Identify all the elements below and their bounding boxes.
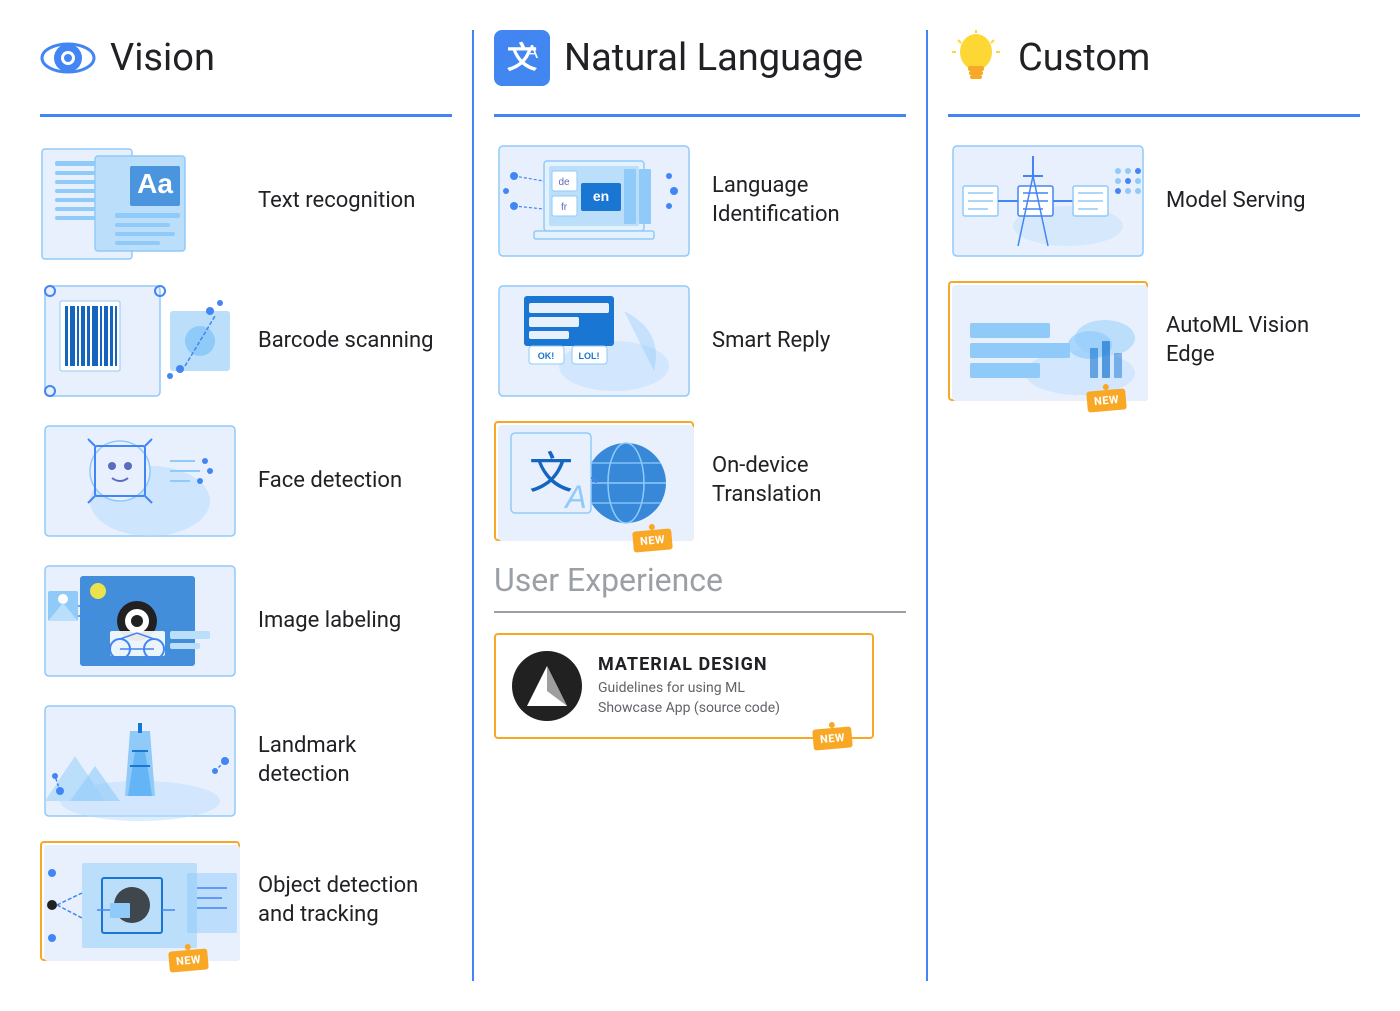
natural-language-header: 文 A Natural Language xyxy=(494,30,906,96)
face-detection-item[interactable]: Face detection xyxy=(40,421,452,541)
svg-text:fr: fr xyxy=(561,202,568,213)
material-design-icon xyxy=(512,651,582,721)
model-serving-thumb xyxy=(948,141,1148,261)
smart-reply-thumb: OK! LOL! xyxy=(494,281,694,401)
object-detection-item[interactable]: NEW Object detection and tracking xyxy=(40,841,452,961)
natural-language-title: Natural Language xyxy=(564,36,863,80)
svg-text:LOL!: LOL! xyxy=(579,351,600,361)
language-id-item[interactable]: de fr en xyxy=(494,141,906,261)
svg-text:A: A xyxy=(526,42,538,62)
translation-item[interactable]: 文 A NEW On-device Translation xyxy=(494,421,906,541)
custom-header: Custom xyxy=(948,30,1360,96)
translation-label: On-device Translation xyxy=(712,452,906,509)
object-detection-new-badge: NEW xyxy=(168,948,209,972)
landmark-detection-label: Landmark detection xyxy=(258,732,452,789)
main-container: Vision Aa xyxy=(0,0,1400,1011)
svg-text:A: A xyxy=(563,479,586,515)
material-title: MATERIAL DESIGN xyxy=(598,654,780,675)
lightbulb-icon xyxy=(948,30,1004,86)
barcode-thumb xyxy=(40,281,240,401)
smart-reply-label: Smart Reply xyxy=(712,327,830,356)
vision-title: Vision xyxy=(110,36,215,80)
automl-label: AutoML Vision Edge xyxy=(1166,312,1360,369)
svg-text:de: de xyxy=(558,177,570,188)
image-labeling-label: Image labeling xyxy=(258,607,401,636)
material-design-card[interactable]: MATERIAL DESIGN Guidelines for using MLS… xyxy=(494,633,874,739)
custom-column: Custom xyxy=(928,30,1380,981)
user-experience-title: User Experience xyxy=(494,561,906,599)
barcode-scanning-item[interactable]: Barcode scanning xyxy=(40,281,452,401)
translate-icon: 文 A xyxy=(494,30,550,86)
image-labeling-thumb xyxy=(40,561,240,681)
face-detection-label: Face detection xyxy=(258,467,402,496)
object-detection-label: Object detection and tracking xyxy=(258,872,452,929)
language-id-label: Language Identification xyxy=(712,172,906,229)
material-text-block: MATERIAL DESIGN Guidelines for using MLS… xyxy=(598,654,780,718)
custom-title: Custom xyxy=(1018,36,1150,80)
svg-text:OK!: OK! xyxy=(538,351,555,361)
vision-header: Vision xyxy=(40,30,452,96)
text-recognition-label: Text recognition xyxy=(258,187,415,216)
face-thumb xyxy=(40,421,240,541)
nl-divider xyxy=(494,114,906,117)
image-labeling-item[interactable]: Image labeling xyxy=(40,561,452,681)
svg-text:Aa: Aa xyxy=(137,168,173,199)
translation-new-badge: NEW xyxy=(632,528,673,552)
ue-divider xyxy=(494,611,906,613)
material-new-badge: NEW xyxy=(812,726,853,750)
landmark-thumb xyxy=(40,701,240,821)
vision-divider xyxy=(40,114,452,117)
automl-item[interactable]: NEW AutoML Vision Edge xyxy=(948,281,1360,401)
barcode-label: Barcode scanning xyxy=(258,327,434,356)
model-serving-label: Model Serving xyxy=(1166,187,1306,216)
vision-column: Vision Aa xyxy=(20,30,474,981)
text-recognition-thumb: Aa xyxy=(40,141,240,261)
natural-language-column: 文 A Natural Language de fr xyxy=(474,30,928,981)
object-detection-thumb: NEW xyxy=(40,841,240,961)
language-id-thumb: de fr en xyxy=(494,141,694,261)
eye-icon xyxy=(40,30,96,86)
user-experience-section: User Experience MATERIAL DESIGN Guidelin… xyxy=(494,561,906,739)
text-recognition-item[interactable]: Aa Text recognition xyxy=(40,141,452,261)
model-serving-item[interactable]: Model Serving xyxy=(948,141,1360,261)
automl-new-badge: NEW xyxy=(1086,388,1127,412)
custom-divider xyxy=(948,114,1360,117)
smart-reply-item[interactable]: OK! LOL! Smart Reply xyxy=(494,281,906,401)
automl-thumb: NEW xyxy=(948,281,1148,401)
translation-thumb: 文 A NEW xyxy=(494,421,694,541)
material-subtitle: Guidelines for using MLShowcase App (sou… xyxy=(598,679,780,718)
svg-text:en: en xyxy=(593,188,609,204)
landmark-detection-item[interactable]: Landmark detection xyxy=(40,701,452,821)
